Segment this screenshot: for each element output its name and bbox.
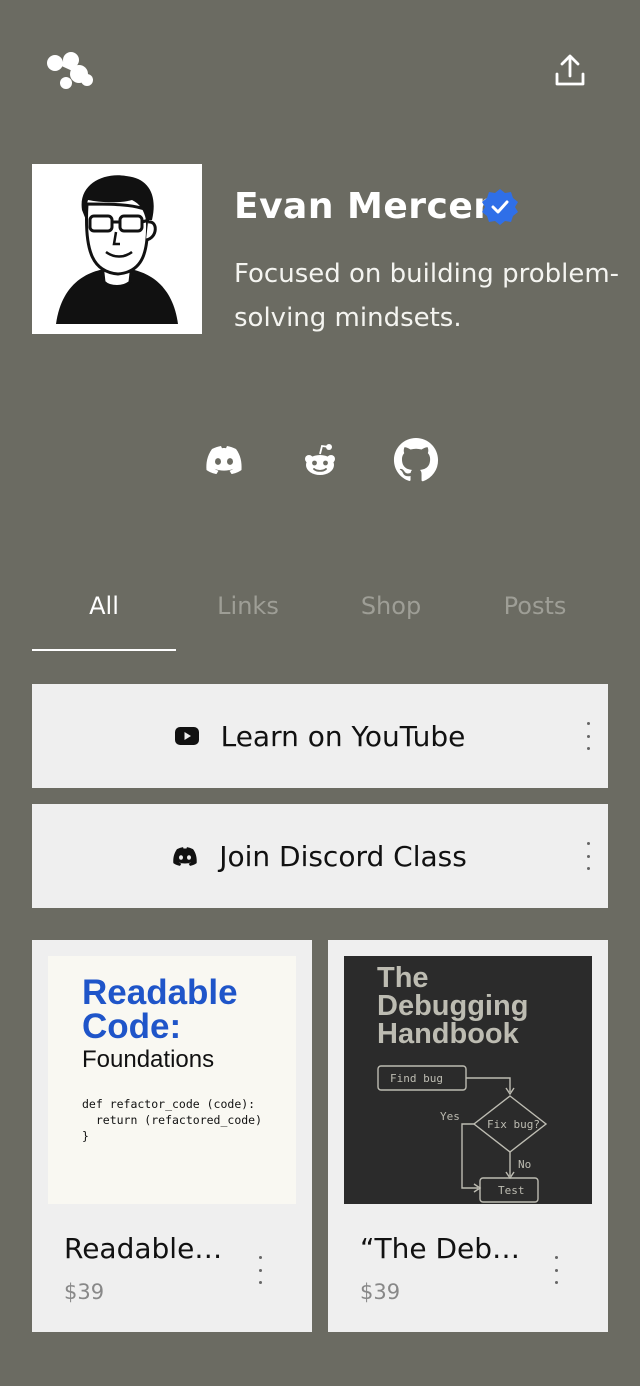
product-cover-image: Readable Code: Foundations def refactor_… [48, 956, 296, 1204]
link-label: Learn on YouTube [220, 719, 466, 753]
reddit-icon[interactable] [296, 436, 344, 484]
cover-code-snippet: def refactor_code (code): return (refact… [82, 1097, 263, 1143]
profile-name: Evan Mercer [234, 186, 492, 227]
more-options-icon[interactable] [584, 842, 592, 870]
tab-active-indicator [32, 649, 176, 651]
product-cover-image: The Debugging Handbook Find bug Fix bug?… [344, 956, 592, 1204]
product-title: Readable… [64, 1232, 223, 1265]
flow-fix-label: Fix bug? [487, 1118, 540, 1131]
flow-find-label: Find bug [390, 1072, 443, 1085]
avatar [32, 164, 202, 334]
product-title: “The Deb… [360, 1232, 521, 1265]
discord-icon[interactable] [200, 436, 248, 484]
share-icon[interactable] [552, 52, 588, 88]
product-card-debugging-handbook[interactable]: The Debugging Handbook Find bug Fix bug?… [328, 940, 608, 1332]
flow-test-label: Test [498, 1184, 525, 1197]
product-card-readable-code[interactable]: Readable Code: Foundations def refactor_… [32, 940, 312, 1332]
link-card-discord[interactable]: Join Discord Class [32, 804, 608, 908]
tab-shop[interactable]: Shop [319, 592, 463, 620]
cover-subtitle: Foundations [82, 1046, 215, 1073]
flowchart-diagram: Find bug Fix bug? Yes No Test [377, 1065, 548, 1203]
product-price: $39 [360, 1280, 401, 1304]
logo-icon[interactable] [44, 50, 96, 92]
more-options-icon[interactable] [552, 1256, 560, 1284]
more-options-icon[interactable] [256, 1256, 264, 1284]
profile-bio: Focused on building problem-solving mind… [234, 259, 620, 333]
link-label: Join Discord Class [219, 839, 467, 873]
link-card-youtube[interactable]: Learn on YouTube [32, 684, 608, 788]
product-price: $39 [64, 1280, 105, 1304]
discord-icon [173, 846, 197, 866]
tab-links[interactable]: Links [176, 592, 320, 620]
tab-all[interactable]: All [32, 592, 176, 620]
flow-yes-label: Yes [440, 1110, 460, 1123]
tab-posts[interactable]: Posts [463, 592, 607, 620]
more-options-icon[interactable] [584, 722, 592, 750]
flow-no-label: No [518, 1158, 531, 1171]
verified-badge-icon [480, 187, 520, 227]
cover-title-line: Code: [82, 1007, 182, 1046]
cover-title-line: Readable [82, 973, 238, 1012]
github-icon[interactable] [392, 436, 440, 484]
youtube-icon [174, 727, 199, 745]
